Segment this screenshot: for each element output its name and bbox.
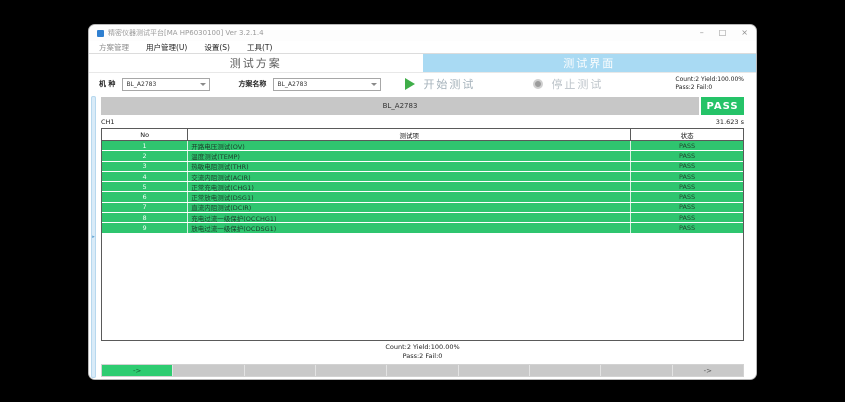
model-select[interactable]: BL_A2783 bbox=[122, 78, 210, 91]
row-item: 正常放电测试(DSG1) bbox=[187, 192, 630, 201]
statusbar-segment: -> bbox=[673, 365, 743, 376]
table-header: No 测试项 状态 bbox=[102, 129, 743, 141]
expand-arrow-icon: ▸ bbox=[92, 235, 95, 240]
row-no: 8 bbox=[102, 213, 187, 222]
table-row[interactable]: 9放电过流一级保护(OCDSG1)PASS bbox=[102, 223, 743, 233]
table-row[interactable]: 5正常充电测试(CHG1)PASS bbox=[102, 182, 743, 192]
statusbar-segment bbox=[459, 365, 530, 376]
row-no: 3 bbox=[102, 162, 187, 171]
row-status: PASS bbox=[630, 172, 743, 181]
test-statistics: Count:2 Yield:100.00% Pass:2 Fail:0 bbox=[675, 76, 746, 92]
titlebar: 精密仪器测试平台[MA HP6030100] Ver 3.2.1.4 – □ × bbox=[89, 25, 756, 41]
row-no: 7 bbox=[102, 203, 187, 212]
row-status: PASS bbox=[630, 141, 743, 150]
close-button[interactable]: × bbox=[741, 28, 748, 38]
tab-test-plan[interactable]: 测试方案 bbox=[89, 54, 423, 72]
row-status: PASS bbox=[630, 151, 743, 160]
row-item: 开路电压测试(OV) bbox=[187, 141, 630, 150]
channel-label: CH1 bbox=[101, 118, 115, 126]
device-name-bar: BL_A2783 bbox=[101, 97, 699, 115]
tab-test-interface[interactable]: 测试界面 bbox=[423, 54, 757, 72]
row-no: 9 bbox=[102, 223, 187, 232]
model-label: 机 种 bbox=[99, 79, 115, 89]
menu-item-plan-management[interactable]: 方案管理 bbox=[99, 42, 129, 53]
menu-item-settings[interactable]: 设置(S) bbox=[204, 42, 230, 53]
statusbar-segment bbox=[530, 365, 601, 376]
device-result-row: BL_A2783 PASS bbox=[101, 97, 744, 115]
table-row[interactable]: 8充电过流一级保护(OCCHG1)PASS bbox=[102, 213, 743, 223]
row-no: 4 bbox=[102, 172, 187, 181]
table-row[interactable]: 3热敏电阻测试(THR)PASS bbox=[102, 162, 743, 172]
stop-test-button[interactable]: 停止测试 bbox=[551, 76, 603, 92]
footer-pass-fail: Pass:2 Fail:0 bbox=[101, 352, 744, 361]
footer-count-yield: Count:2 Yield:100.00% bbox=[101, 343, 744, 352]
row-no: 5 bbox=[102, 182, 187, 191]
row-no: 1 bbox=[102, 141, 187, 150]
menu-item-user-management[interactable]: 用户管理(U) bbox=[146, 42, 187, 53]
row-item: 充电过流一级保护(OCCHG1) bbox=[187, 213, 630, 222]
plan-select-value: BL_A2783 bbox=[277, 81, 371, 88]
row-status: PASS bbox=[630, 213, 743, 222]
row-item: 直流内阻测试(DCIR) bbox=[187, 203, 630, 212]
header-test-item: 测试项 bbox=[187, 129, 630, 140]
chevron-down-icon bbox=[371, 83, 377, 86]
statusbar-segment bbox=[601, 365, 672, 376]
table-body: 1开路电压测试(OV)PASS2温度测试(TEMP)PASS3热敏电阻测试(TH… bbox=[102, 141, 743, 234]
row-status: PASS bbox=[630, 223, 743, 232]
row-status: PASS bbox=[630, 192, 743, 201]
statusbar-segment-active: -> bbox=[102, 365, 173, 376]
row-item: 交流内阻测试(ACIR) bbox=[187, 172, 630, 181]
table-row[interactable]: 4交流内阻测试(ACIR)PASS bbox=[102, 172, 743, 182]
row-no: 2 bbox=[102, 151, 187, 160]
desktop-background: 精密仪器测试平台[MA HP6030100] Ver 3.2.1.4 – □ ×… bbox=[0, 0, 845, 402]
menubar: 方案管理 用户管理(U) 设置(S) 工具(T) bbox=[89, 41, 756, 54]
row-item: 热敏电阻测试(THR) bbox=[187, 162, 630, 171]
start-test-button[interactable]: 开始测试 bbox=[423, 76, 475, 92]
maximize-button[interactable]: □ bbox=[719, 28, 727, 38]
table-row[interactable]: 6正常放电测试(DSG1)PASS bbox=[102, 192, 743, 202]
statusbar-segment bbox=[173, 365, 244, 376]
minimize-button[interactable]: – bbox=[700, 28, 704, 38]
row-status: PASS bbox=[630, 203, 743, 212]
statusbar-segment bbox=[387, 365, 458, 376]
plan-select[interactable]: BL_A2783 bbox=[273, 78, 381, 91]
chevron-down-icon bbox=[200, 83, 206, 86]
stats-count-yield: Count:2 Yield:100.00% bbox=[675, 76, 744, 84]
stop-icon bbox=[533, 79, 543, 89]
row-item: 放电过流一级保护(OCDSG1) bbox=[187, 223, 630, 232]
table-row[interactable]: 2温度测试(TEMP)PASS bbox=[102, 151, 743, 161]
menu-item-tools[interactable]: 工具(T) bbox=[247, 42, 272, 53]
stats-pass-fail: Pass:2 Fail:0 bbox=[675, 84, 744, 92]
window-title: 精密仪器测试平台[MA HP6030100] Ver 3.2.1.4 bbox=[108, 28, 264, 38]
statusbar-segment bbox=[245, 365, 316, 376]
progress-statusbar: -> -> bbox=[101, 364, 744, 377]
app-window: 精密仪器测试平台[MA HP6030100] Ver 3.2.1.4 – □ ×… bbox=[88, 24, 757, 380]
footer-statistics: Count:2 Yield:100.00% Pass:2 Fail:0 bbox=[101, 343, 744, 361]
content-area: ▸ BL_A2783 PASS CH1 31.623 s No 测试项 状态 bbox=[89, 95, 756, 379]
header-no: No bbox=[102, 129, 187, 140]
row-no: 6 bbox=[102, 192, 187, 201]
header-status: 状态 bbox=[630, 129, 743, 140]
tab-bar: 测试方案 测试界面 bbox=[89, 54, 756, 73]
channel-row: CH1 31.623 s bbox=[101, 115, 744, 128]
plan-label: 方案名称 bbox=[238, 79, 266, 89]
row-item: 温度测试(TEMP) bbox=[187, 151, 630, 160]
statusbar-segment bbox=[316, 365, 387, 376]
row-status: PASS bbox=[630, 162, 743, 171]
elapsed-time: 31.623 s bbox=[716, 118, 744, 126]
model-select-value: BL_A2783 bbox=[126, 81, 200, 88]
test-table: No 测试项 状态 1开路电压测试(OV)PASS2温度测试(TEMP)PASS… bbox=[101, 128, 744, 341]
table-row[interactable]: 7直流内阻测试(DCIR)PASS bbox=[102, 203, 743, 213]
row-status: PASS bbox=[630, 182, 743, 191]
panel-splitter[interactable]: ▸ bbox=[91, 96, 96, 378]
result-badge: PASS bbox=[701, 97, 744, 115]
main-panel: BL_A2783 PASS CH1 31.623 s No 测试项 状态 1开路… bbox=[101, 95, 744, 379]
toolbar: 机 种 BL_A2783 方案名称 BL_A2783 开始测试 停止测试 Cou… bbox=[89, 73, 756, 95]
play-icon bbox=[405, 78, 415, 90]
table-row[interactable]: 1开路电压测试(OV)PASS bbox=[102, 141, 743, 151]
row-item: 正常充电测试(CHG1) bbox=[187, 182, 630, 191]
window-controls: – □ × bbox=[700, 28, 748, 38]
app-icon bbox=[97, 30, 104, 37]
